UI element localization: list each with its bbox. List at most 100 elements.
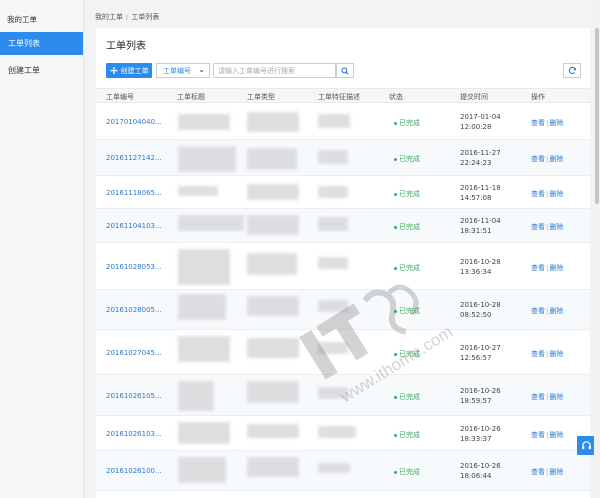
status-dot-icon bbox=[394, 433, 397, 437]
breadcrumb-root[interactable]: 我的工单 bbox=[95, 13, 123, 21]
submit-clock: 14:57:08 bbox=[460, 194, 492, 202]
view-link[interactable]: 查看 bbox=[531, 190, 545, 198]
redacted-cell bbox=[178, 186, 218, 196]
delete-link[interactable]: 删除 bbox=[549, 307, 563, 315]
submit-time: 2016-10-28 13:36:34 bbox=[460, 257, 501, 277]
table-row: 20161127142... 已完成 2016-11-27 22:24:23 查看|删除 bbox=[96, 140, 590, 176]
delete-link[interactable]: 删除 bbox=[549, 468, 563, 476]
view-link[interactable]: 查看 bbox=[531, 223, 545, 231]
view-link[interactable]: 查看 bbox=[531, 350, 545, 358]
ops-separator: | bbox=[546, 119, 549, 127]
submit-clock: 18:59:57 bbox=[460, 397, 492, 405]
delete-link[interactable]: 删除 bbox=[549, 155, 563, 163]
ticket-id-link[interactable]: 20161028053... bbox=[106, 263, 162, 271]
redacted-cell bbox=[318, 150, 348, 164]
ticket-id-link[interactable]: 20170104040... bbox=[106, 118, 162, 126]
row-actions: 查看|删除 bbox=[531, 392, 563, 402]
row-actions: 查看|删除 bbox=[531, 467, 563, 477]
delete-link[interactable]: 删除 bbox=[549, 190, 563, 198]
submit-time: 2016-10-28 08:52:50 bbox=[460, 300, 501, 320]
column-header-id: 工单编号 bbox=[106, 93, 134, 101]
sidebar-item-ticket-list[interactable]: 工单列表 bbox=[0, 32, 83, 55]
status-dot-icon bbox=[394, 352, 397, 356]
row-actions: 查看|删除 bbox=[531, 222, 563, 232]
submit-time: 2016-11-18 14:57:08 bbox=[460, 183, 501, 203]
view-link[interactable]: 查看 bbox=[531, 431, 545, 439]
delete-link[interactable]: 删除 bbox=[549, 431, 563, 439]
ticket-id-link[interactable]: 20161028005... bbox=[106, 306, 162, 314]
scrollbar-thumb[interactable] bbox=[595, 28, 599, 204]
ops-separator: | bbox=[546, 223, 549, 231]
status-badge: 已完成 bbox=[394, 222, 420, 232]
ops-separator: | bbox=[546, 431, 549, 439]
submit-clock: 18:31:51 bbox=[460, 227, 492, 235]
search-field-select[interactable]: 工单编号 ⌄ bbox=[156, 63, 210, 78]
view-link[interactable]: 查看 bbox=[531, 307, 545, 315]
view-link[interactable]: 查看 bbox=[531, 264, 545, 272]
view-link[interactable]: 查看 bbox=[531, 155, 545, 163]
status-badge: 已完成 bbox=[394, 430, 420, 440]
submit-time: 2016-10-27 12:56:57 bbox=[460, 343, 501, 363]
status-dot-icon bbox=[394, 157, 397, 161]
sidebar-item-create-ticket[interactable]: 创建工单 bbox=[0, 59, 83, 82]
redacted-cell bbox=[318, 342, 348, 354]
view-link[interactable]: 查看 bbox=[531, 468, 545, 476]
search-icon bbox=[341, 66, 349, 75]
ticket-id-link[interactable]: 20161027045... bbox=[106, 349, 162, 357]
redacted-cell bbox=[318, 426, 356, 438]
ticket-id-link[interactable]: 20161026100... bbox=[106, 467, 162, 475]
redacted-cell bbox=[318, 114, 350, 128]
ticket-id-link[interactable]: 20161118065... bbox=[106, 189, 162, 197]
delete-link[interactable]: 删除 bbox=[549, 119, 563, 127]
breadcrumb: 我的工单 / 工单列表 bbox=[95, 12, 159, 22]
status-dot-icon bbox=[394, 192, 397, 196]
status-text: 已完成 bbox=[399, 468, 420, 476]
view-link[interactable]: 查看 bbox=[531, 393, 545, 401]
search-button[interactable] bbox=[336, 63, 354, 78]
delete-link[interactable]: 删除 bbox=[549, 223, 563, 231]
delete-link[interactable]: 删除 bbox=[549, 393, 563, 401]
submit-time: 2016-10-26 18:33:37 bbox=[460, 424, 501, 444]
redacted-cell bbox=[318, 463, 350, 473]
redacted-cell bbox=[247, 112, 299, 132]
status-badge: 已完成 bbox=[394, 263, 420, 273]
status-text: 已完成 bbox=[399, 350, 420, 358]
table-header: 工单编号 工单标题 工单类型 工单特征描述 状态 提交时间 操作 bbox=[96, 88, 590, 103]
column-header-status: 状态 bbox=[389, 93, 403, 101]
view-link[interactable]: 查看 bbox=[531, 119, 545, 127]
submit-clock: 18:33:37 bbox=[460, 435, 492, 443]
redacted-cell bbox=[247, 215, 299, 235]
ticket-id-link[interactable]: 20161127142... bbox=[106, 154, 162, 162]
ticket-id-link[interactable]: 20161026103... bbox=[106, 430, 162, 438]
ops-separator: | bbox=[546, 307, 549, 315]
redacted-cell bbox=[178, 146, 236, 172]
main-panel: 工单列表 + 创建工单 工单编号 ⌄ 工单编号 工单标题 工单类型 工单特征描述… bbox=[96, 28, 590, 498]
delete-link[interactable]: 删除 bbox=[549, 350, 563, 358]
page-scrollbar[interactable] bbox=[594, 0, 600, 498]
table-row: 20161027045... 已完成 2016-10-27 12:56:57 查看|删除 bbox=[96, 330, 590, 375]
status-badge: 已完成 bbox=[394, 154, 420, 164]
redacted-cell bbox=[178, 381, 214, 411]
search-input[interactable] bbox=[213, 63, 336, 78]
submit-time: 2017-01-04 12:00:28 bbox=[460, 112, 501, 132]
status-dot-icon bbox=[394, 395, 397, 399]
sidebar-title: 我的工单 bbox=[7, 15, 37, 24]
refresh-button[interactable] bbox=[563, 63, 581, 78]
ticket-id-link[interactable]: 20161104103... bbox=[106, 222, 162, 230]
submit-date: 2016-11-27 bbox=[460, 149, 501, 157]
column-header-type: 工单类型 bbox=[247, 93, 275, 101]
support-float-button[interactable] bbox=[577, 436, 595, 455]
submit-clock: 13:36:34 bbox=[460, 268, 492, 276]
redacted-cell bbox=[247, 253, 297, 275]
status-text: 已完成 bbox=[399, 393, 420, 401]
create-ticket-button[interactable]: + 创建工单 bbox=[106, 63, 152, 78]
redacted-cell bbox=[318, 300, 348, 312]
submit-date: 2016-10-28 bbox=[460, 301, 501, 309]
redacted-cell bbox=[247, 184, 299, 200]
redacted-cell bbox=[247, 381, 299, 403]
delete-link[interactable]: 删除 bbox=[549, 264, 563, 272]
submit-time: 2016-10-26 18:59:57 bbox=[460, 386, 501, 406]
row-actions: 查看|删除 bbox=[531, 154, 563, 164]
redacted-cell bbox=[318, 387, 348, 399]
ticket-id-link[interactable]: 20161026105... bbox=[106, 392, 162, 400]
